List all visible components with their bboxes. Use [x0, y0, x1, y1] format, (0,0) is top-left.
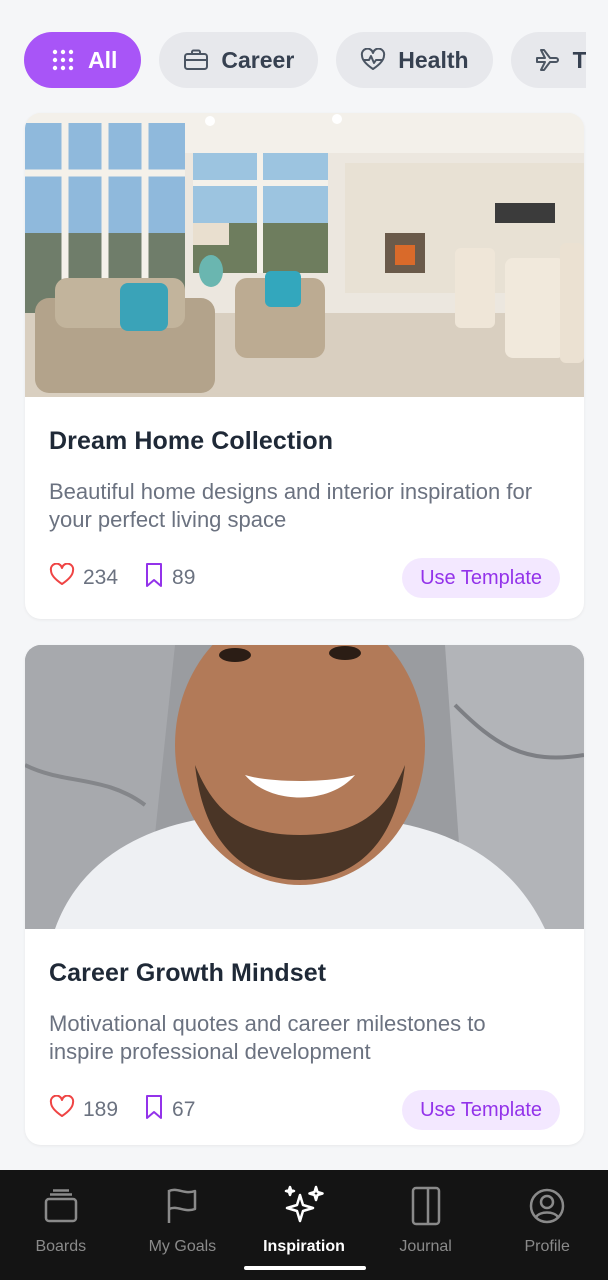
- like-count[interactable]: 189: [49, 1094, 119, 1125]
- save-count-value: 67: [172, 1098, 196, 1121]
- flag-icon: [160, 1184, 204, 1228]
- filter-chip-travel[interactable]: Travel: [510, 32, 586, 88]
- nav-label: Inspiration: [263, 1238, 345, 1255]
- active-tab-indicator: [244, 1266, 366, 1270]
- bookmark-icon: [144, 1094, 164, 1126]
- sparkles-icon: [282, 1184, 326, 1228]
- like-count-value: 189: [83, 1098, 119, 1121]
- card-description: Motivational quotes and career milestone…: [49, 1011, 486, 1064]
- filter-chip-health[interactable]: Health: [336, 32, 493, 88]
- card-title: Career Growth Mindset: [49, 959, 327, 987]
- nav-item-my-goals[interactable]: My Goals: [122, 1170, 244, 1280]
- filter-chip-career[interactable]: Career: [159, 32, 319, 88]
- heart-icon: [49, 1094, 75, 1125]
- nav-item-profile[interactable]: Profile: [486, 1170, 608, 1280]
- nav-item-boards[interactable]: Boards: [0, 1170, 122, 1280]
- use-template-button[interactable]: Use Template: [402, 558, 560, 598]
- boards-icon: [39, 1184, 83, 1228]
- nav-item-journal[interactable]: Journal: [365, 1170, 487, 1280]
- inspiration-screen: All Career Health T Dream Home Collectio…: [0, 0, 608, 1280]
- journal-icon: [404, 1184, 448, 1228]
- save-count[interactable]: 67: [144, 1094, 195, 1126]
- category-filter-bar[interactable]: All Career Health T: [24, 32, 586, 88]
- profile-icon: [525, 1184, 569, 1228]
- filter-chip-label: Career: [221, 46, 295, 73]
- template-card[interactable]: Dream Home Collection Beautiful home des…: [25, 113, 584, 619]
- bookmark-icon: [144, 562, 164, 594]
- filter-chip-label: Travel: [572, 46, 586, 73]
- heart-pulse-icon: [360, 47, 386, 73]
- living-room-photo: [25, 113, 584, 397]
- nav-label: Boards: [35, 1238, 87, 1255]
- nav-item-inspiration[interactable]: Inspiration: [243, 1170, 365, 1280]
- card-title: Dream Home Collection: [49, 427, 334, 455]
- heart-icon: [49, 562, 75, 593]
- bottom-navigation: Boards My Goals Inspiration Journal Prof…: [0, 1170, 608, 1280]
- card-description: Beautiful home designs and interior insp…: [49, 479, 533, 532]
- use-template-button[interactable]: Use Template: [402, 1090, 560, 1130]
- nav-label: Profile: [524, 1238, 570, 1255]
- airplane-icon: [535, 47, 561, 73]
- like-count[interactable]: 234: [49, 562, 119, 593]
- like-count-value: 234: [83, 566, 119, 589]
- filter-chip-label: All: [88, 46, 118, 73]
- nav-label: Journal: [399, 1238, 452, 1255]
- nav-label: My Goals: [148, 1238, 217, 1255]
- save-count[interactable]: 89: [144, 562, 195, 594]
- grid-icon: [50, 47, 76, 73]
- card-stats: 189 67 Use Template: [49, 1090, 560, 1130]
- smiling-man-portrait-photo: [25, 645, 584, 929]
- briefcase-icon: [183, 47, 209, 73]
- filter-chip-all[interactable]: All: [24, 32, 142, 88]
- template-card[interactable]: Career Growth Mindset Motivational quote…: [25, 645, 584, 1145]
- filter-chip-label: Health: [398, 46, 469, 73]
- card-stats: 234 89 Use Template: [49, 558, 560, 598]
- save-count-value: 89: [172, 566, 196, 589]
